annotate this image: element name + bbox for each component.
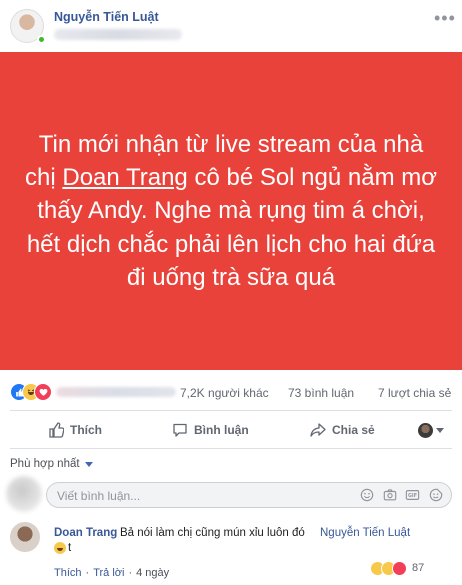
divider-top (10, 410, 452, 411)
more-dots-icon[interactable]: ••• (434, 8, 456, 29)
comment-timestamp[interactable]: 4 ngày (136, 567, 169, 579)
reactions-summary: 7,2K người khác 73 bình luận 7 lượt chia… (0, 378, 462, 408)
comment-sort-label: Phù hợp nhất (10, 458, 80, 470)
online-status-dot (37, 35, 46, 44)
like-button-label: Thích (70, 423, 102, 437)
comment-composer[interactable]: Viết bình luận... GIF (46, 482, 452, 508)
svg-text:GIF: GIF (408, 493, 417, 499)
post-banner: Tin mới nhận từ live stream của nhà chị … (0, 52, 462, 370)
comment-actions: Thích · Trả lời · 4 ngày (54, 567, 169, 579)
share-icon (310, 423, 326, 437)
reactors-names-blurred (56, 387, 176, 397)
comment-button-label: Bình luận (194, 423, 249, 437)
love-reaction-icon (392, 561, 407, 576)
love-reaction-icon (34, 383, 52, 401)
post-meta-blurred (54, 29, 182, 40)
divider-bottom (10, 448, 452, 449)
thumbs-up-icon (49, 422, 64, 438)
gif-icon[interactable]: GIF (405, 487, 420, 502)
post-as-selector[interactable] (418, 423, 444, 438)
reactions-others-count[interactable]: 7,2K người khác (180, 386, 269, 400)
comment-button[interactable]: Bình luận (172, 414, 249, 446)
camera-icon[interactable] (382, 487, 397, 502)
commenter-avatar[interactable] (10, 522, 40, 552)
comment-second-line-text: t (68, 542, 72, 554)
post-action-bar: Thích Bình luận Chia sẻ (0, 414, 462, 446)
comment-reply-link[interactable]: Trả lời (93, 567, 124, 579)
comment-input-placeholder: Viết bình luận... (57, 489, 141, 503)
author-name[interactable]: Nguyễn Tiến Luật (54, 10, 159, 24)
banner-text: Tin mới nhận từ live stream của nhà chị … (21, 128, 441, 294)
emoji-icon[interactable] (359, 487, 374, 502)
comment-actions-separator: · (85, 567, 90, 579)
comment-icon (173, 423, 187, 437)
comment-author[interactable]: Doan Trang (54, 527, 117, 539)
comment-time-separator: · (128, 567, 133, 579)
comments-count[interactable]: 73 bình luận (288, 386, 354, 400)
banner-mention-link[interactable]: Doan Trang (62, 164, 187, 191)
comment-text: Bả nói làm chị cũng mún xỉu luôn đó (120, 527, 305, 539)
comment-reaction-count[interactable]: 87 (412, 562, 424, 574)
post-header: Nguyễn Tiến Luật ••• (0, 0, 462, 52)
comment-mention-link[interactable]: Nguyễn Tiến Luật (320, 527, 410, 539)
share-button-label: Chia sẻ (332, 423, 375, 437)
viewer-avatar (418, 423, 433, 438)
composer-avatar-blurred (6, 476, 42, 512)
like-button[interactable]: Thích (48, 414, 102, 446)
comment-sort-dropdown[interactable]: Phù hợp nhất (10, 458, 93, 470)
chevron-down-icon (436, 428, 444, 433)
shares-count[interactable]: 7 lượt chia sẻ (378, 386, 451, 400)
laughing-emoji-icon (54, 542, 66, 554)
share-button[interactable]: Chia sẻ (310, 414, 375, 446)
composer-tools: GIF (359, 487, 443, 502)
comment-second-line: t (54, 542, 71, 554)
comment-like-link[interactable]: Thích (54, 567, 82, 579)
sticker-icon[interactable] (428, 487, 443, 502)
sort-chevron-down-icon (84, 461, 93, 467)
